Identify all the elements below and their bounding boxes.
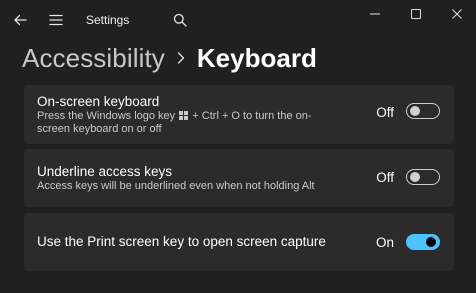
navigation-menu-button[interactable] [44, 8, 68, 32]
breadcrumb-parent-link[interactable]: Accessibility [22, 43, 165, 74]
maximize-icon [411, 9, 421, 19]
toggle-state-label: On [375, 235, 394, 250]
settings-window: Settings Accessibility Keyboard On-scree… [0, 0, 476, 293]
setting-title: Use the Print screen key to open screen … [37, 234, 326, 249]
chevron-right-icon [177, 52, 185, 64]
maximize-button[interactable] [393, 0, 439, 28]
close-button[interactable] [434, 0, 476, 28]
minimize-button[interactable] [352, 0, 398, 28]
setting-description: Press the Windows logo key + Ctrl + O to… [37, 110, 337, 136]
minimize-icon [370, 13, 380, 15]
print-screen-key-toggle[interactable] [406, 234, 440, 250]
search-button[interactable] [168, 8, 192, 32]
toggle-state-label: Off [376, 170, 394, 185]
setting-description-part-1: Press the Windows logo key [37, 110, 176, 122]
arrow-left-icon [14, 14, 27, 26]
setting-card-underline-access-keys: Underline access keys Access keys will b… [24, 149, 454, 207]
underline-access-keys-toggle[interactable] [406, 169, 440, 185]
window-title: Settings [86, 13, 130, 27]
setting-title: Underline access keys [37, 164, 173, 179]
windows-logo-icon [179, 111, 189, 120]
setting-card-on-screen-keyboard: On-screen keyboard Press the Windows log… [24, 85, 454, 144]
close-icon [452, 9, 462, 19]
toggle-knob [426, 237, 436, 247]
toggle-state-label: Off [376, 105, 394, 120]
toggle-knob [410, 106, 420, 116]
setting-card-print-screen: Use the Print screen key to open screen … [24, 213, 454, 271]
setting-title: On-screen keyboard [37, 94, 160, 109]
hamburger-menu-icon [49, 14, 63, 26]
setting-description: Access keys will be underlined even when… [37, 180, 315, 192]
page-title: Keyboard [196, 42, 317, 73]
title-bar: Settings [0, 0, 476, 40]
breadcrumb: Accessibility Keyboard [22, 38, 317, 78]
back-button[interactable] [8, 8, 32, 32]
on-screen-keyboard-toggle[interactable] [406, 103, 440, 119]
search-icon [173, 13, 187, 27]
toggle-knob [410, 172, 420, 182]
